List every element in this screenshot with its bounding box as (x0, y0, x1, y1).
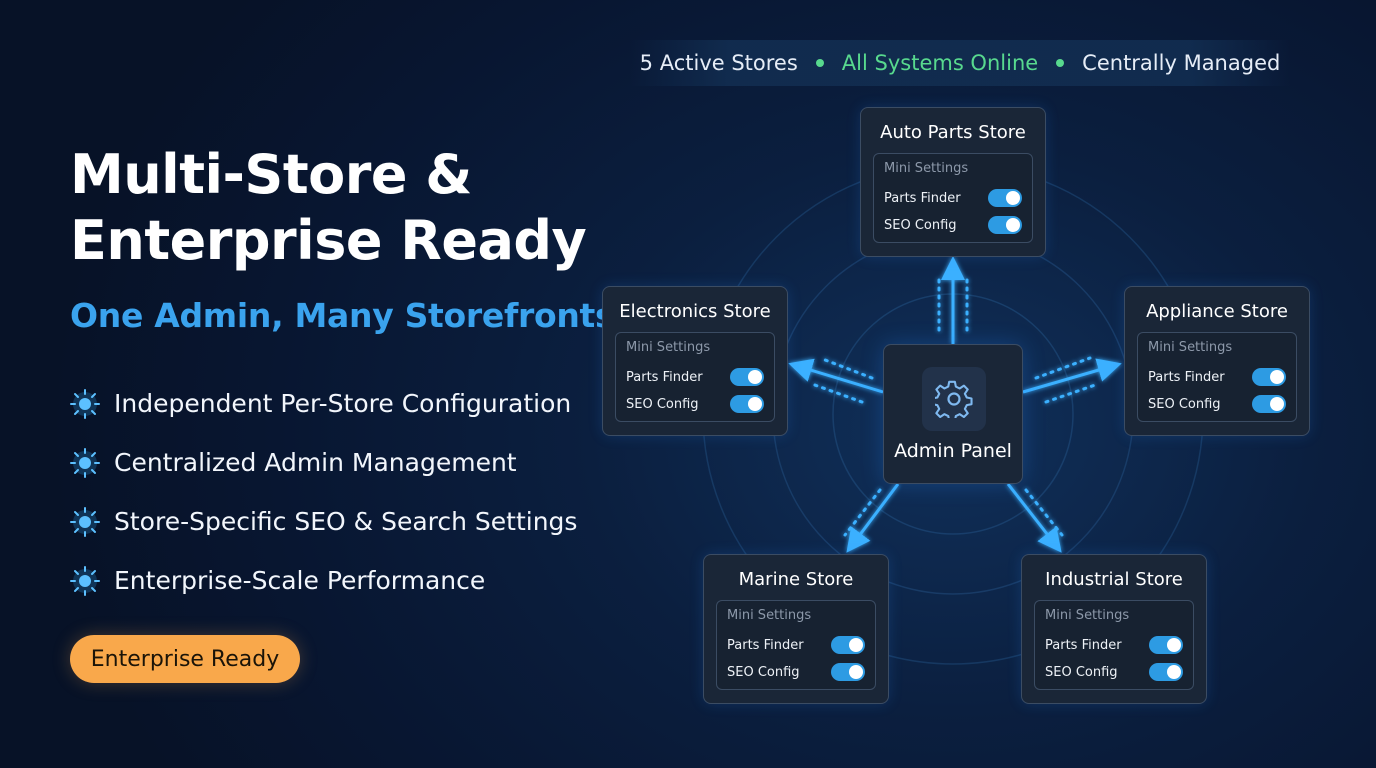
status-centrally-managed: Centrally Managed (1082, 51, 1281, 75)
store-card-appliance[interactable]: Appliance Store Mini Settings Parts Find… (1124, 286, 1310, 436)
setting-row-parts-finder: Parts Finder (626, 366, 764, 388)
setting-label: SEO Config (884, 217, 957, 233)
feature-label: Independent Per-Store Configuration (114, 389, 572, 418)
toggle-knob (1006, 218, 1020, 232)
seo-config-toggle[interactable] (1149, 663, 1183, 681)
sun-icon (70, 506, 100, 537)
store-title: Appliance Store (1146, 301, 1288, 322)
mini-settings-panel: Mini Settings Parts Finder SEO Config (615, 332, 775, 422)
store-card-marine[interactable]: Marine Store Mini Settings Parts Finder … (703, 554, 889, 704)
setting-row-seo-config: SEO Config (884, 214, 1022, 236)
mini-settings-heading: Mini Settings (727, 608, 812, 623)
store-title: Auto Parts Store (880, 122, 1026, 143)
setting-label: Parts Finder (884, 190, 961, 206)
store-card-auto-parts[interactable]: Auto Parts Store Mini Settings Parts Fin… (860, 107, 1046, 257)
page-title: Multi-Store & Enterprise Ready (70, 143, 587, 272)
page-subtitle: One Admin, Many Storefronts (70, 296, 615, 335)
mini-settings-heading: Mini Settings (884, 161, 969, 176)
setting-label: Parts Finder (1148, 369, 1225, 385)
gear-icon-box (922, 367, 986, 431)
store-title: Electronics Store (619, 301, 771, 322)
setting-label: Parts Finder (727, 637, 804, 653)
setting-row-seo-config: SEO Config (727, 661, 865, 683)
setting-row-seo-config: SEO Config (1148, 393, 1286, 415)
seo-config-toggle[interactable] (1252, 395, 1286, 413)
toggle-knob (849, 638, 863, 652)
setting-row-parts-finder: Parts Finder (727, 634, 865, 656)
parts-finder-toggle[interactable] (831, 636, 865, 654)
sun-icon (70, 447, 100, 478)
status-systems-online: All Systems Online (841, 51, 1039, 75)
toggle-knob (748, 397, 762, 411)
parts-finder-toggle[interactable] (1252, 368, 1286, 386)
setting-row-parts-finder: Parts Finder (1148, 366, 1286, 388)
hub-label: Admin Panel (894, 440, 1012, 462)
gear-icon (935, 380, 973, 418)
seo-config-toggle[interactable] (730, 395, 764, 413)
feature-item: Centralized Admin Management (68, 433, 577, 492)
status-dot-icon (1056, 59, 1065, 67)
toggle-knob (1167, 638, 1181, 652)
store-card-industrial[interactable]: Industrial Store Mini Settings Parts Fin… (1021, 554, 1207, 704)
feature-label: Enterprise-Scale Performance (114, 566, 486, 595)
setting-label: SEO Config (1045, 664, 1118, 680)
parts-finder-toggle[interactable] (730, 368, 764, 386)
setting-row-seo-config: SEO Config (626, 393, 764, 415)
setting-label: SEO Config (727, 664, 800, 680)
status-bar: 5 Active Stores All Systems Online Centr… (630, 40, 1290, 86)
mini-settings-panel: Mini Settings Parts Finder SEO Config (873, 153, 1033, 243)
setting-label: SEO Config (1148, 396, 1221, 412)
sun-icon (70, 565, 100, 596)
mini-settings-heading: Mini Settings (626, 340, 711, 355)
toggle-knob (1167, 665, 1181, 679)
toggle-knob (1270, 370, 1284, 384)
setting-label: SEO Config (626, 396, 699, 412)
parts-finder-toggle[interactable] (1149, 636, 1183, 654)
admin-panel-hub[interactable]: Admin Panel (883, 344, 1023, 484)
mini-settings-heading: Mini Settings (1045, 608, 1130, 623)
mini-settings-panel: Mini Settings Parts Finder SEO Config (1137, 332, 1297, 422)
enterprise-ready-button[interactable]: Enterprise Ready (70, 635, 300, 683)
store-title: Industrial Store (1045, 569, 1183, 590)
toggle-knob (1270, 397, 1284, 411)
toggle-knob (849, 665, 863, 679)
store-card-electronics[interactable]: Electronics Store Mini Settings Parts Fi… (602, 286, 788, 436)
feature-item: Store-Specific SEO & Search Settings (68, 492, 577, 551)
feature-item: Independent Per-Store Configuration (68, 374, 577, 433)
store-title: Marine Store (738, 569, 854, 590)
seo-config-toggle[interactable] (988, 216, 1022, 234)
status-dot-icon (815, 59, 824, 67)
feature-label: Store-Specific SEO & Search Settings (114, 507, 578, 536)
toggle-knob (1006, 191, 1020, 205)
setting-label: Parts Finder (626, 369, 703, 385)
mini-settings-panel: Mini Settings Parts Finder SEO Config (1034, 600, 1194, 690)
setting-row-parts-finder: Parts Finder (884, 187, 1022, 209)
mini-settings-panel: Mini Settings Parts Finder SEO Config (716, 600, 876, 690)
feature-list: Independent Per-Store Configuration Cent… (68, 374, 577, 610)
parts-finder-toggle[interactable] (988, 189, 1022, 207)
connector-dots-electronics (810, 382, 864, 404)
sun-icon (70, 388, 100, 419)
mini-settings-heading: Mini Settings (1148, 340, 1233, 355)
setting-row-parts-finder: Parts Finder (1045, 634, 1183, 656)
setting-row-seo-config: SEO Config (1045, 661, 1183, 683)
setting-label: Parts Finder (1045, 637, 1122, 653)
toggle-knob (748, 370, 762, 384)
feature-label: Centralized Admin Management (114, 448, 517, 477)
feature-item: Enterprise-Scale Performance (68, 551, 577, 610)
seo-config-toggle[interactable] (831, 663, 865, 681)
status-active-stores: 5 Active Stores (639, 51, 798, 75)
